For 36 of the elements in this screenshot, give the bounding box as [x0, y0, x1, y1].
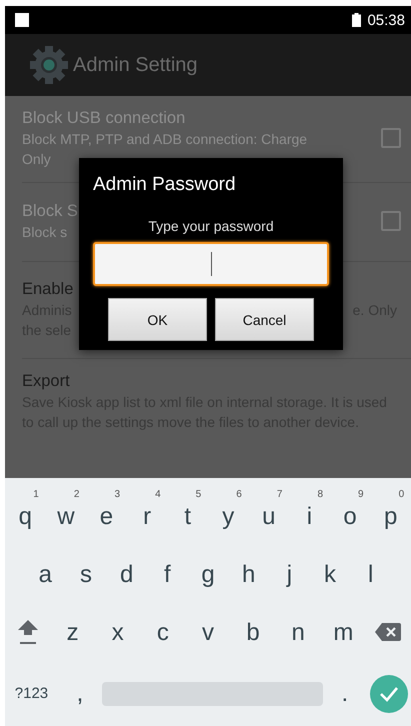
keyboard-key[interactable]: ,	[58, 666, 102, 714]
keyboard-key[interactable]: g	[188, 547, 228, 594]
password-field[interactable]	[93, 242, 329, 286]
keyboard-key[interactable]: v	[185, 604, 231, 652]
keyboard-key[interactable]: h	[228, 547, 270, 594]
keyboard-key[interactable]: a	[25, 547, 66, 594]
checkbox[interactable]	[381, 128, 401, 148]
app-title: Admin Setting	[73, 54, 198, 76]
keyboard-key[interactable]: n	[276, 604, 321, 652]
status-time: 05:38	[367, 12, 405, 28]
dialog-button[interactable]: Cancel	[215, 298, 314, 341]
dialog-button[interactable]: OK	[108, 298, 207, 341]
keyboard-key[interactable]: j	[269, 547, 310, 594]
setting-title: Enable	[22, 278, 74, 300]
keyboard-key[interactable]: c	[140, 604, 186, 652]
gear-icon	[29, 45, 69, 85]
battery-icon	[352, 13, 362, 27]
checkbox[interactable]	[381, 211, 401, 231]
keyboard-key[interactable]: d	[106, 547, 148, 594]
done-key-icon[interactable]	[370, 674, 408, 713]
setting-title: Export	[22, 371, 71, 392]
dialog-title: Admin Password	[93, 174, 237, 196]
keyboard-key[interactable]: x	[95, 604, 140, 652]
keyboard-key[interactable]: l	[350, 547, 392, 594]
symbols-key[interactable]: ?123	[5, 672, 58, 708]
shift-icon[interactable]	[16, 619, 39, 646]
keyboard-key[interactable]: s	[66, 547, 106, 594]
dialog-message: Type your password	[147, 218, 275, 234]
keyboard-key[interactable]: f	[147, 547, 188, 594]
notification-icon	[15, 13, 29, 27]
keyboard-key[interactable]: .	[322, 666, 367, 714]
keyboard-key[interactable]: k	[310, 547, 350, 594]
keyboard-key[interactable]: b	[230, 604, 276, 652]
keyboard-key[interactable]: m	[320, 604, 366, 652]
backspace-icon[interactable]	[375, 623, 402, 642]
keyboard-key[interactable]: z	[50, 604, 96, 652]
